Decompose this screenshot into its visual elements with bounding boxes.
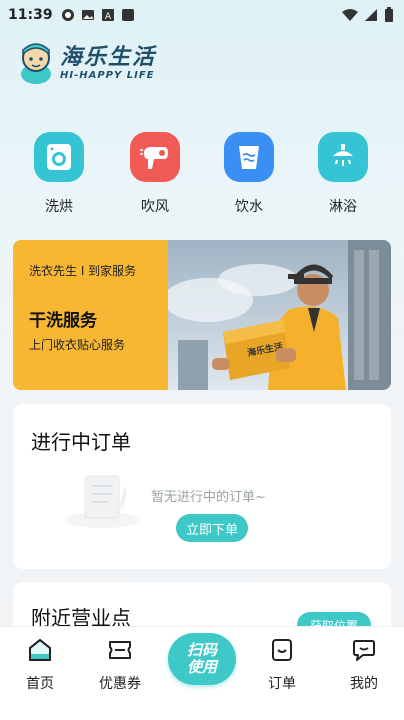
empty-orders-text: 暂无进行中的订单~ <box>151 490 266 505</box>
tab-label: 订单 <box>268 676 296 692</box>
tab-label: 优惠券 <box>99 676 141 692</box>
tab-label: 我的 <box>350 676 378 692</box>
service-label: 饮水 <box>235 199 263 215</box>
status-time: 11:39 <box>8 7 53 23</box>
brand-logo: 海乐生活 HI-HAPPY LIFE <box>16 40 156 86</box>
service-label: 洗烘 <box>45 199 73 215</box>
wifi-icon <box>342 9 358 21</box>
image-notification-icon <box>81 10 94 20</box>
battery-icon <box>385 7 393 22</box>
tab-orders[interactable]: 订单 <box>252 637 312 693</box>
delivery-man-photo: 海乐生活 <box>168 240 391 390</box>
orders-icon <box>272 639 292 661</box>
service-grid: 洗烘 吹风 饮水 淋浴 <box>0 132 404 222</box>
service-wash-dry[interactable]: 洗烘 <box>24 132 94 216</box>
shower-icon <box>318 132 368 182</box>
service-drinking-water[interactable]: 饮水 <box>214 132 284 216</box>
dry-clean-banner[interactable]: 洗衣先生 I 到家服务 干洗服务 上门收衣贴心服务 海乐生活 <box>13 240 391 390</box>
service-shower[interactable]: 淋浴 <box>308 132 378 216</box>
washing-machine-icon <box>34 132 84 182</box>
order-now-button[interactable]: 立即下单 <box>176 514 248 542</box>
bottom-tab-bar: 首页 优惠券 扫码 使用 订单 我的 <box>0 626 404 720</box>
brand-name-cn: 海乐生活 <box>60 44 157 70</box>
scan-to-use-button[interactable]: 扫码 使用 <box>168 633 236 685</box>
banner-description: 上门收衣贴心服务 <box>29 338 126 352</box>
signal-icon <box>365 9 377 21</box>
ongoing-orders-card: 进行中订单 暂无进行中的订单~ 立即下单 <box>13 404 391 569</box>
banner-title: 干洗服务 <box>29 311 97 331</box>
ongoing-orders-title: 进行中订单 <box>31 430 131 454</box>
coupon-icon <box>109 641 131 659</box>
empty-orders-illustration <box>65 475 141 528</box>
app-notification-icon <box>61 9 74 21</box>
water-cup-icon <box>224 132 274 182</box>
service-label: 吹风 <box>141 199 169 215</box>
service-label: 淋浴 <box>329 199 357 215</box>
status-bar: 11:39 A <box>0 0 404 30</box>
text-notification-icon: A <box>101 9 114 22</box>
hair-dryer-icon <box>130 132 180 182</box>
tab-label: 首页 <box>26 676 54 692</box>
tab-home[interactable]: 首页 <box>10 637 70 693</box>
tab-mine[interactable]: 我的 <box>334 637 394 693</box>
service-hair-dryer[interactable]: 吹风 <box>120 132 190 216</box>
scan-label-line1: 扫码 <box>186 641 217 659</box>
mascot-logo-icon <box>21 43 51 84</box>
tab-coupons[interactable]: 优惠券 <box>90 637 150 693</box>
square-notification-icon <box>121 9 134 21</box>
scan-label-line2: 使用 <box>186 658 217 676</box>
profile-icon <box>353 640 375 661</box>
svg-text:A: A <box>104 12 111 22</box>
banner-subtitle: 洗衣先生 I 到家服务 <box>29 264 137 278</box>
home-icon <box>29 639 51 661</box>
brand-name-en: HI-HAPPY LIFE <box>60 69 155 81</box>
